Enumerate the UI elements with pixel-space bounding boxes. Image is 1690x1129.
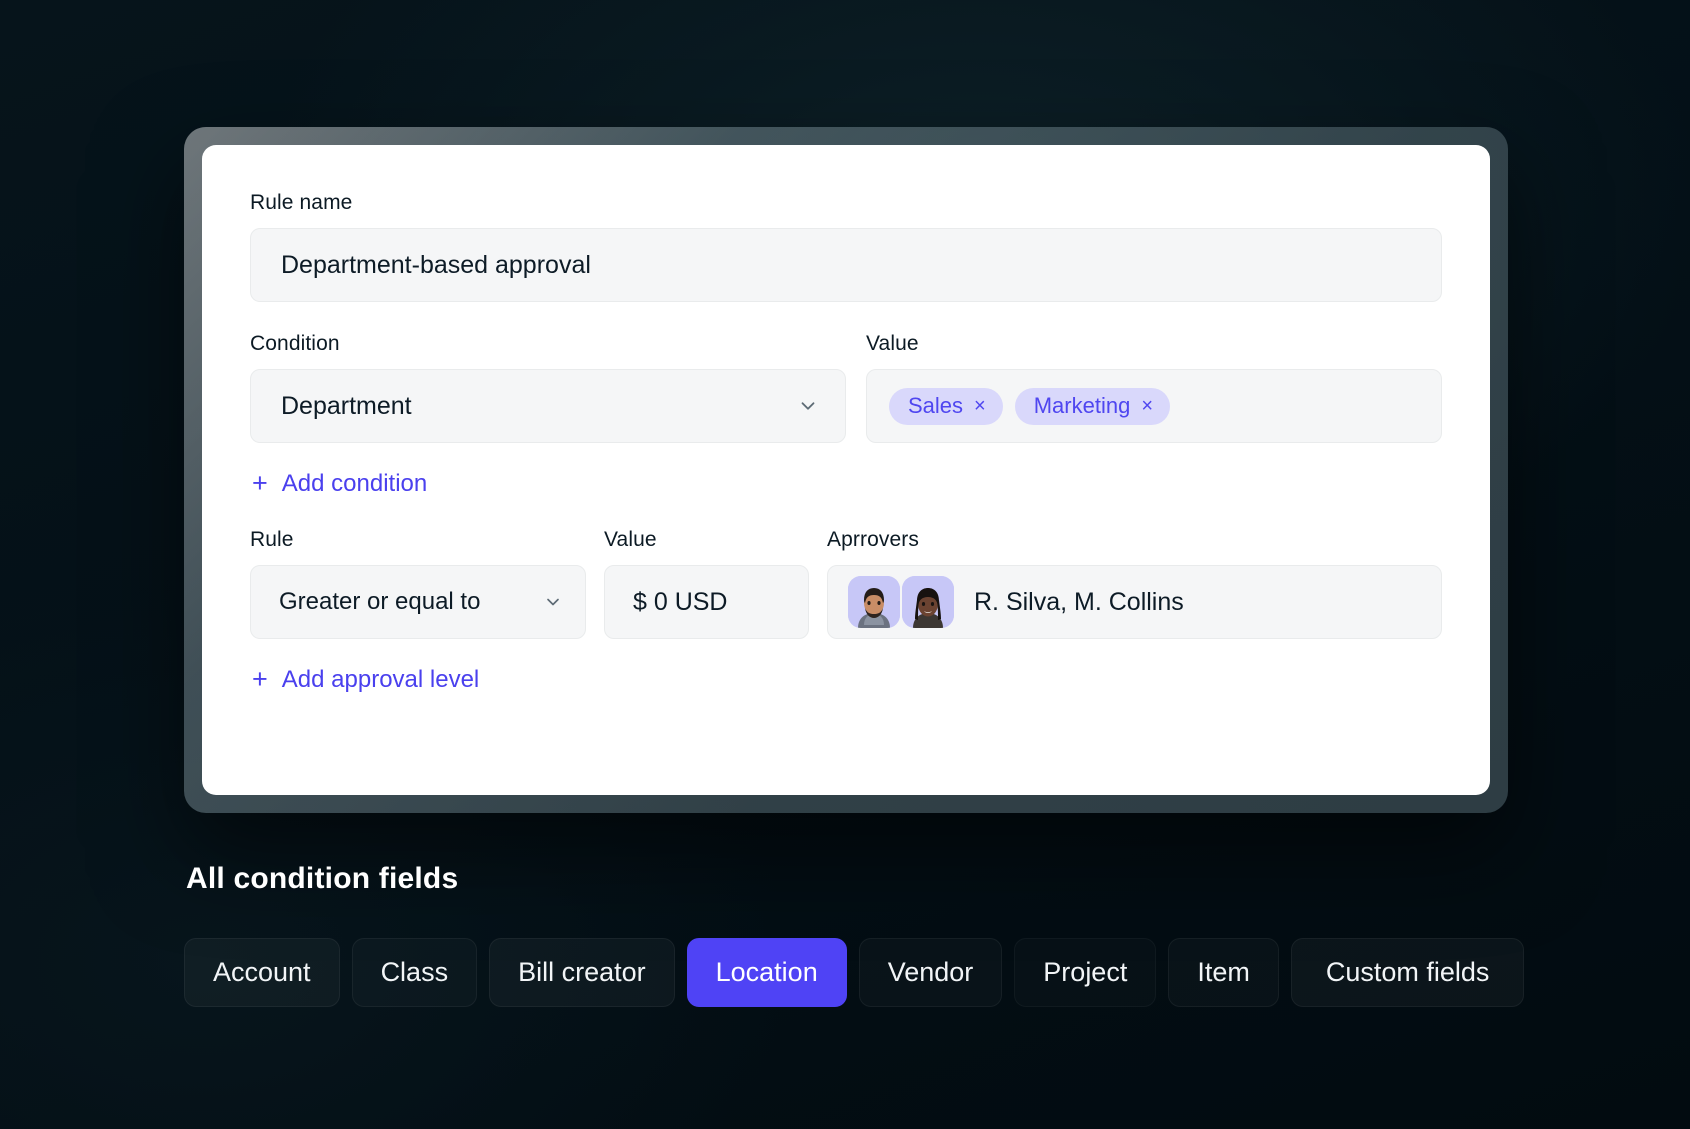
condition-field-chips: Account Class Bill creator Location Vend…: [184, 938, 1584, 1007]
chip-item[interactable]: Item: [1168, 938, 1279, 1007]
rule-name-field-group: Rule name Department-based approval: [250, 191, 1442, 302]
tag-sales-remove-icon[interactable]: ×: [974, 396, 986, 416]
rule-label: Rule: [250, 528, 586, 552]
chip-location[interactable]: Location: [687, 938, 847, 1007]
chip-account[interactable]: Account: [184, 938, 340, 1007]
add-condition-button[interactable]: + Add condition: [252, 470, 427, 498]
tag-marketing-label: Marketing: [1034, 395, 1131, 417]
rule-field-group: Rule Greater or equal to: [250, 528, 586, 639]
plus-icon: +: [252, 470, 268, 497]
chip-custom-fields[interactable]: Custom fields: [1291, 938, 1525, 1007]
avatar-m-collins: [902, 576, 954, 628]
approvers-label: Aprrovers: [827, 528, 1442, 552]
approver-avatars: [848, 576, 954, 628]
section-title: All condition fields: [186, 862, 1584, 896]
add-condition-row: + Add condition: [252, 470, 1442, 498]
rule-name-label: Rule name: [250, 191, 1442, 215]
tag-sales[interactable]: Sales ×: [889, 388, 1003, 425]
tag-marketing[interactable]: Marketing ×: [1015, 388, 1170, 425]
rule-name-input[interactable]: Department-based approval: [250, 228, 1442, 302]
rule-value-input[interactable]: $ 0 USD: [604, 565, 809, 639]
rule-value-field-group: Value $ 0 USD: [604, 528, 809, 639]
approvers-field-group: Aprrovers: [827, 528, 1442, 639]
chip-class[interactable]: Class: [352, 938, 478, 1007]
condition-row: Condition Department Value Sales × M: [250, 332, 1442, 443]
chip-project[interactable]: Project: [1014, 938, 1156, 1007]
condition-select[interactable]: Department: [250, 369, 846, 443]
add-approval-level-button[interactable]: + Add approval level: [252, 666, 479, 694]
all-condition-fields-section: All condition fields Account Class Bill …: [184, 862, 1584, 1007]
approval-level-row: Rule Greater or equal to Value $ 0 USD A…: [250, 528, 1442, 639]
rule-name-input-value: Department-based approval: [281, 251, 591, 280]
chevron-down-icon: [797, 395, 819, 417]
rule-select[interactable]: Greater or equal to: [250, 565, 586, 639]
rule-value-label: Value: [604, 528, 809, 552]
approvers-input[interactable]: R. Silva, M. Collins: [827, 565, 1442, 639]
add-approval-level-label: Add approval level: [282, 666, 479, 694]
rule-editor-card-frame: Rule name Department-based approval Cond…: [184, 127, 1508, 813]
condition-value-label: Value: [866, 332, 1442, 356]
add-condition-label: Add condition: [282, 470, 427, 498]
condition-value-field-group: Value Sales × Marketing ×: [866, 332, 1442, 443]
condition-field-group: Condition Department: [250, 332, 846, 443]
condition-value-tag-input[interactable]: Sales × Marketing ×: [866, 369, 1442, 443]
tag-sales-label: Sales: [908, 395, 963, 417]
rule-editor-card: Rule name Department-based approval Cond…: [202, 145, 1490, 795]
chip-vendor[interactable]: Vendor: [859, 938, 1003, 1007]
tag-marketing-remove-icon[interactable]: ×: [1141, 396, 1153, 416]
plus-icon: +: [252, 666, 268, 693]
rule-value-input-value: $ 0 USD: [633, 588, 727, 617]
add-approval-level-row: + Add approval level: [252, 666, 1442, 694]
condition-select-value: Department: [281, 392, 412, 421]
avatar-r-silva: [848, 576, 900, 628]
chevron-down-icon: [543, 592, 563, 612]
condition-label: Condition: [250, 332, 846, 356]
rule-select-value: Greater or equal to: [279, 588, 480, 616]
approver-names: R. Silva, M. Collins: [974, 588, 1184, 617]
chip-bill-creator[interactable]: Bill creator: [489, 938, 675, 1007]
